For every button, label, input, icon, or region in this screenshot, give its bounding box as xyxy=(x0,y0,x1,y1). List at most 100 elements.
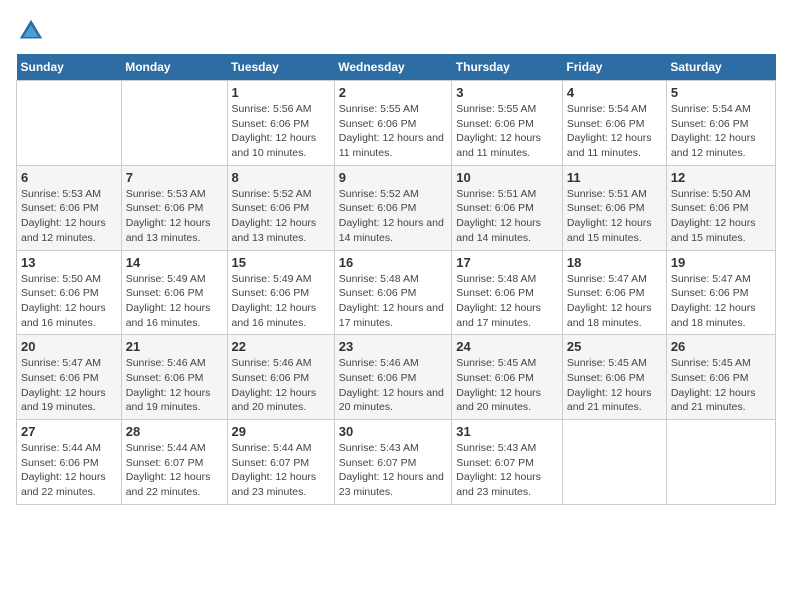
calendar-cell: 5 Sunrise: 5:54 AMSunset: 6:06 PMDaylight… xyxy=(666,81,775,166)
day-number: 5 xyxy=(671,85,771,100)
day-number: 18 xyxy=(567,255,662,270)
day-detail: Sunrise: 5:55 AMSunset: 6:06 PMDaylight:… xyxy=(456,102,558,161)
day-detail: Sunrise: 5:46 AMSunset: 6:06 PMDaylight:… xyxy=(126,356,223,415)
weekday-header: Friday xyxy=(562,54,666,81)
day-number: 13 xyxy=(21,255,117,270)
weekday-header: Thursday xyxy=(452,54,563,81)
calendar-cell xyxy=(666,420,775,505)
calendar-cell: 16 Sunrise: 5:48 AMSunset: 6:06 PMDayligh… xyxy=(334,250,452,335)
day-detail: Sunrise: 5:49 AMSunset: 6:06 PMDaylight:… xyxy=(232,272,330,331)
day-number: 9 xyxy=(339,170,448,185)
calendar-table: SundayMondayTuesdayWednesdayThursdayFrid… xyxy=(16,54,776,505)
day-detail: Sunrise: 5:53 AMSunset: 6:06 PMDaylight:… xyxy=(21,187,117,246)
day-number: 4 xyxy=(567,85,662,100)
day-detail: Sunrise: 5:47 AMSunset: 6:06 PMDaylight:… xyxy=(671,272,771,331)
calendar-cell: 12 Sunrise: 5:50 AMSunset: 6:06 PMDayligh… xyxy=(666,165,775,250)
calendar-cell: 30Sunrise: 5:43 AMSunset: 6:07 PMDayligh… xyxy=(334,420,452,505)
day-number: 7 xyxy=(126,170,223,185)
calendar-cell: 31 Sunrise: 5:43 AMSunset: 6:07 PMDayligh… xyxy=(452,420,563,505)
day-number: 25 xyxy=(567,339,662,354)
day-number: 23 xyxy=(339,339,448,354)
calendar-cell: 28Sunrise: 5:44 AMSunset: 6:07 PMDayligh… xyxy=(121,420,227,505)
weekday-header: Monday xyxy=(121,54,227,81)
day-detail: Sunrise: 5:54 AMSunset: 6:06 PMDaylight:… xyxy=(671,102,771,161)
calendar-cell: 26 Sunrise: 5:45 AMSunset: 6:06 PMDayligh… xyxy=(666,335,775,420)
day-number: 31 xyxy=(456,424,558,439)
day-detail: Sunrise: 5:54 AMSunset: 6:06 PMDaylight:… xyxy=(567,102,662,161)
day-detail: Sunrise: 5:46 AMSunset: 6:06 PMDaylight:… xyxy=(232,356,330,415)
day-detail: Sunrise: 5:50 AMSunset: 6:06 PMDaylight:… xyxy=(671,187,771,246)
calendar-cell: 23 Sunrise: 5:46 AMSunset: 6:06 PMDayligh… xyxy=(334,335,452,420)
day-detail: Sunrise: 5:50 AMSunset: 6:06 PMDaylight:… xyxy=(21,272,117,331)
calendar-cell: 29Sunrise: 5:44 AMSunset: 6:07 PMDayligh… xyxy=(227,420,334,505)
calendar-cell xyxy=(562,420,666,505)
calendar-week-row: 27 Sunrise: 5:44 AMSunset: 6:06 PMDayligh… xyxy=(17,420,776,505)
day-detail: Sunrise: 5:47 AMSunset: 6:06 PMDaylight:… xyxy=(567,272,662,331)
logo-icon xyxy=(16,16,46,46)
calendar-cell: 17 Sunrise: 5:48 AMSunset: 6:06 PMDayligh… xyxy=(452,250,563,335)
calendar-cell: 9 Sunrise: 5:52 AMSunset: 6:06 PMDaylight… xyxy=(334,165,452,250)
day-detail: Sunrise: 5:45 AMSunset: 6:06 PMDaylight:… xyxy=(671,356,771,415)
day-detail: Sunrise: 5:53 AMSunset: 6:06 PMDaylight:… xyxy=(126,187,223,246)
day-number: 3 xyxy=(456,85,558,100)
day-detail: Sunrise: 5:43 AMSunset: 6:07 PMDaylight:… xyxy=(339,441,448,500)
calendar-cell: 20 Sunrise: 5:47 AMSunset: 6:06 PMDayligh… xyxy=(17,335,122,420)
day-number: 21 xyxy=(126,339,223,354)
day-number: 19 xyxy=(671,255,771,270)
day-detail: Sunrise: 5:45 AMSunset: 6:06 PMDaylight:… xyxy=(456,356,558,415)
day-number: 29 xyxy=(232,424,330,439)
calendar-cell: 4 Sunrise: 5:54 AMSunset: 6:06 PMDaylight… xyxy=(562,81,666,166)
day-detail: Sunrise: 5:46 AMSunset: 6:06 PMDaylight:… xyxy=(339,356,448,415)
calendar-cell: 10Sunrise: 5:51 AMSunset: 6:06 PMDayligh… xyxy=(452,165,563,250)
calendar-cell: 19 Sunrise: 5:47 AMSunset: 6:06 PMDayligh… xyxy=(666,250,775,335)
calendar-cell: 6 Sunrise: 5:53 AMSunset: 6:06 PMDaylight… xyxy=(17,165,122,250)
calendar-cell: 13 Sunrise: 5:50 AMSunset: 6:06 PMDayligh… xyxy=(17,250,122,335)
day-number: 24 xyxy=(456,339,558,354)
page-header xyxy=(16,16,776,46)
day-number: 20 xyxy=(21,339,117,354)
calendar-cell: 2 Sunrise: 5:55 AMSunset: 6:06 PMDaylight… xyxy=(334,81,452,166)
day-detail: Sunrise: 5:47 AMSunset: 6:06 PMDaylight:… xyxy=(21,356,117,415)
day-detail: Sunrise: 5:43 AMSunset: 6:07 PMDaylight:… xyxy=(456,441,558,500)
day-number: 8 xyxy=(232,170,330,185)
day-number: 2 xyxy=(339,85,448,100)
day-number: 17 xyxy=(456,255,558,270)
calendar-cell: 14 Sunrise: 5:49 AMSunset: 6:06 PMDayligh… xyxy=(121,250,227,335)
day-detail: Sunrise: 5:48 AMSunset: 6:06 PMDaylight:… xyxy=(339,272,448,331)
day-detail: Sunrise: 5:56 AMSunset: 6:06 PMDaylight:… xyxy=(232,102,330,161)
day-number: 6 xyxy=(21,170,117,185)
day-detail: Sunrise: 5:48 AMSunset: 6:06 PMDaylight:… xyxy=(456,272,558,331)
day-detail: Sunrise: 5:52 AMSunset: 6:06 PMDaylight:… xyxy=(232,187,330,246)
day-number: 28 xyxy=(126,424,223,439)
day-number: 22 xyxy=(232,339,330,354)
day-number: 11 xyxy=(567,170,662,185)
day-number: 10 xyxy=(456,170,558,185)
calendar-week-row: 1 Sunrise: 5:56 AMSunset: 6:06 PMDaylight… xyxy=(17,81,776,166)
day-detail: Sunrise: 5:55 AMSunset: 6:06 PMDaylight:… xyxy=(339,102,448,161)
weekday-header: Tuesday xyxy=(227,54,334,81)
calendar-cell xyxy=(121,81,227,166)
day-number: 27 xyxy=(21,424,117,439)
calendar-cell: 25Sunrise: 5:45 AMSunset: 6:06 PMDayligh… xyxy=(562,335,666,420)
weekday-header-row: SundayMondayTuesdayWednesdayThursdayFrid… xyxy=(17,54,776,81)
logo xyxy=(16,16,50,46)
calendar-week-row: 6 Sunrise: 5:53 AMSunset: 6:06 PMDaylight… xyxy=(17,165,776,250)
calendar-cell: 7 Sunrise: 5:53 AMSunset: 6:06 PMDaylight… xyxy=(121,165,227,250)
day-number: 14 xyxy=(126,255,223,270)
calendar-week-row: 20 Sunrise: 5:47 AMSunset: 6:06 PMDayligh… xyxy=(17,335,776,420)
calendar-week-row: 13 Sunrise: 5:50 AMSunset: 6:06 PMDayligh… xyxy=(17,250,776,335)
day-number: 16 xyxy=(339,255,448,270)
day-detail: Sunrise: 5:49 AMSunset: 6:06 PMDaylight:… xyxy=(126,272,223,331)
day-number: 15 xyxy=(232,255,330,270)
day-number: 26 xyxy=(671,339,771,354)
calendar-cell: 18 Sunrise: 5:47 AMSunset: 6:06 PMDayligh… xyxy=(562,250,666,335)
day-number: 1 xyxy=(232,85,330,100)
calendar-cell: 8 Sunrise: 5:52 AMSunset: 6:06 PMDaylight… xyxy=(227,165,334,250)
calendar-cell: 21 Sunrise: 5:46 AMSunset: 6:06 PMDayligh… xyxy=(121,335,227,420)
day-detail: Sunrise: 5:52 AMSunset: 6:06 PMDaylight:… xyxy=(339,187,448,246)
calendar-cell: 15 Sunrise: 5:49 AMSunset: 6:06 PMDayligh… xyxy=(227,250,334,335)
weekday-header: Sunday xyxy=(17,54,122,81)
calendar-cell: 27 Sunrise: 5:44 AMSunset: 6:06 PMDayligh… xyxy=(17,420,122,505)
day-detail: Sunrise: 5:44 AMSunset: 6:06 PMDaylight:… xyxy=(21,441,117,500)
day-number: 12 xyxy=(671,170,771,185)
